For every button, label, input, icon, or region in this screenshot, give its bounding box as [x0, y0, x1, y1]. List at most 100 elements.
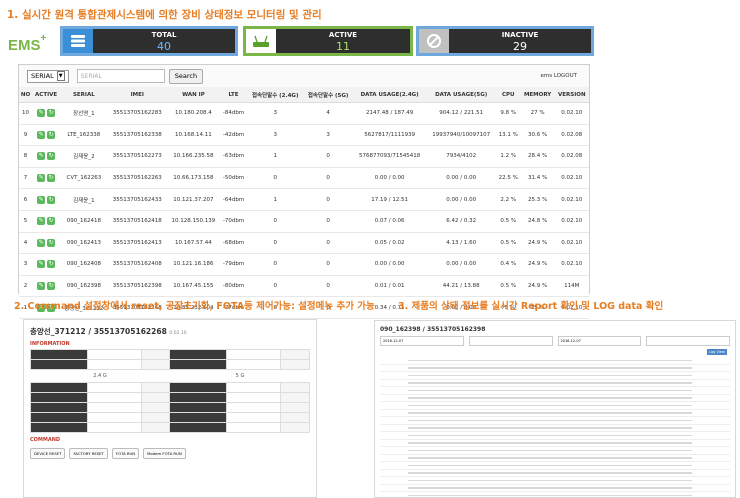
table-cell: 25.3 % — [520, 188, 555, 211]
log-view-button[interactable]: Log View — [707, 349, 727, 355]
command-button[interactable]: FACTORY RESET — [69, 448, 108, 459]
edit-icon[interactable]: ✎ — [37, 238, 46, 247]
end-time-field[interactable] — [646, 336, 730, 346]
edit-icon[interactable]: ✎ — [37, 282, 46, 291]
logout-link[interactable]: ems LOGOUT — [540, 73, 577, 79]
stat-inactive[interactable]: INACTIVE 29 — [416, 26, 594, 56]
refresh-icon[interactable]: ↻ — [47, 152, 56, 161]
log-list — [375, 357, 735, 497]
log-row[interactable] — [380, 425, 730, 432]
start-date-field[interactable]: 2016-12-07 — [380, 336, 464, 346]
start-time-field[interactable] — [468, 336, 553, 346]
table-cell: 장선영_1 — [60, 102, 108, 125]
table-cell: 10.121.37.207 — [166, 188, 220, 211]
command-button[interactable]: Modem FOTA RUN — [143, 448, 186, 459]
log-row[interactable] — [380, 492, 730, 497]
table-cell: 24.9 % — [520, 275, 555, 298]
table-cell: 0.01 / 0.01 — [352, 275, 427, 298]
refresh-icon[interactable]: ↻ — [47, 174, 56, 183]
log-row[interactable] — [380, 395, 730, 402]
edit-icon[interactable]: ✎ — [37, 195, 46, 204]
active-actions[interactable]: ✎ ↻ — [32, 167, 61, 190]
information-table — [30, 349, 311, 370]
table-cell: 44.21 / 13.88 — [426, 275, 496, 298]
ems-logo: EMS+ — [8, 33, 47, 54]
table-row[interactable]: 5 ✎ ↻ 090_162418 35513705162418 10.128.150.13… — [19, 210, 589, 233]
search-button[interactable]: Search — [168, 68, 204, 84]
table-cell: LTE_162338 — [60, 124, 108, 147]
table-cell: 3 — [19, 253, 33, 276]
log-row[interactable] — [380, 365, 730, 372]
refresh-icon[interactable]: ↻ — [47, 260, 56, 269]
table-cell: 0.02.10 — [554, 232, 589, 255]
report-log-screenshot: 090_162398 / 35513705162398 2016-12-07 2… — [374, 320, 736, 498]
refresh-icon[interactable]: ↻ — [47, 217, 56, 226]
log-row[interactable] — [380, 380, 730, 387]
edit-icon[interactable]: ✎ — [37, 130, 46, 139]
table-row[interactable]: 7 ✎ ↻ CVT_162263 35513705162263 10.66.173.158… — [19, 167, 589, 190]
command-button[interactable]: FOTA RUN — [111, 448, 140, 459]
stat-active[interactable]: ACTIVE 11 — [243, 26, 413, 56]
table-cell: 3 — [247, 102, 304, 125]
refresh-icon[interactable]: ↻ — [47, 130, 56, 139]
table-row[interactable]: 8 ✎ ↻ 김재윤_2 35513705162273 10.166.235.58 -63db… — [19, 145, 589, 168]
log-row[interactable] — [380, 387, 730, 395]
search-field-select[interactable]: SERIAL ▼ — [27, 69, 69, 83]
end-date-field[interactable]: 2016-12-07 — [557, 336, 642, 346]
edit-icon[interactable]: ✎ — [37, 260, 46, 269]
active-actions[interactable]: ✎ ↻ — [32, 188, 61, 211]
log-row[interactable] — [380, 455, 730, 462]
active-actions[interactable]: ✎ ↻ — [32, 124, 61, 147]
edit-icon[interactable]: ✎ — [37, 217, 46, 226]
stat-total[interactable]: TOTAL 40 — [60, 26, 238, 56]
active-actions[interactable]: ✎ ↻ — [32, 210, 61, 233]
log-row[interactable] — [380, 440, 730, 447]
column-header: MEMORY — [520, 87, 555, 103]
edit-icon[interactable]: ✎ — [37, 109, 46, 118]
active-actions[interactable]: ✎ ↻ — [32, 275, 61, 298]
log-row[interactable] — [380, 357, 730, 365]
refresh-icon[interactable]: ↻ — [47, 282, 56, 291]
edit-icon[interactable]: ✎ — [37, 152, 46, 161]
log-row[interactable] — [380, 372, 730, 380]
log-row[interactable] — [380, 485, 730, 492]
block-icon — [419, 29, 449, 53]
section-heading-report: 3. 제품의 상태 정보를 실시간 Report 확인 및 LOG data 확… — [398, 301, 664, 312]
log-row[interactable] — [380, 417, 730, 425]
table-row[interactable]: 10 ✎ ↻ 장선영_1 35513705162283 10.180.208.4 -84db… — [19, 102, 589, 125]
command-button[interactable]: DEVICE RESET — [30, 448, 66, 459]
stat-inactive-value: 29 — [513, 40, 527, 53]
table-row[interactable]: 9 ✎ ↻ LTE_162338 35513705162338 10.168.14.11-… — [19, 124, 589, 147]
table-cell: -79dbm — [219, 253, 248, 276]
active-actions[interactable]: ✎ ↻ — [32, 102, 61, 125]
table-cell: 27 % — [520, 102, 555, 125]
table-row[interactable]: 6 ✎ ↻ 김재윤_1 35513705162433 10.121.37.207 -64db… — [19, 188, 589, 211]
edit-icon[interactable]: ✎ — [37, 174, 46, 183]
log-row[interactable] — [380, 410, 730, 417]
log-row[interactable] — [380, 470, 730, 477]
column-header: VERSION — [554, 87, 589, 103]
active-actions[interactable]: ✎ ↻ — [32, 232, 61, 255]
table-row[interactable]: 4 ✎ ↻ 090_162413 35513705162413 10.167.57.44-… — [19, 232, 589, 255]
log-row[interactable] — [380, 402, 730, 410]
table-cell: 0 — [247, 210, 304, 233]
active-actions[interactable]: ✎ ↻ — [32, 145, 61, 168]
log-row[interactable] — [380, 432, 730, 440]
search-input[interactable]: SERIAL — [76, 69, 165, 83]
log-row[interactable] — [380, 462, 730, 470]
table-row[interactable]: 3 ✎ ↻ 090_162408 35513705162408 10.121.16.186… — [19, 253, 589, 276]
log-row[interactable] — [380, 447, 730, 455]
stat-inactive-label: INACTIVE — [501, 31, 539, 39]
refresh-icon[interactable]: ↻ — [47, 238, 56, 247]
table-cell: 1.2 % — [495, 145, 521, 168]
table-row[interactable]: 2 ✎ ↻ 090_162398 35513705162398 10.167.45.155… — [19, 275, 589, 298]
table-cell: 0.4 % — [495, 253, 521, 276]
log-row[interactable] — [380, 477, 730, 485]
table-cell: 10.167.45.155 — [166, 275, 220, 298]
column-header: SERIAL — [60, 87, 108, 103]
table-cell: 090_162418 — [60, 210, 108, 233]
refresh-icon[interactable]: ↻ — [47, 109, 56, 118]
active-actions[interactable]: ✎ ↻ — [32, 253, 61, 276]
table-cell: 24.9 % — [520, 253, 555, 276]
refresh-icon[interactable]: ↻ — [47, 195, 56, 204]
